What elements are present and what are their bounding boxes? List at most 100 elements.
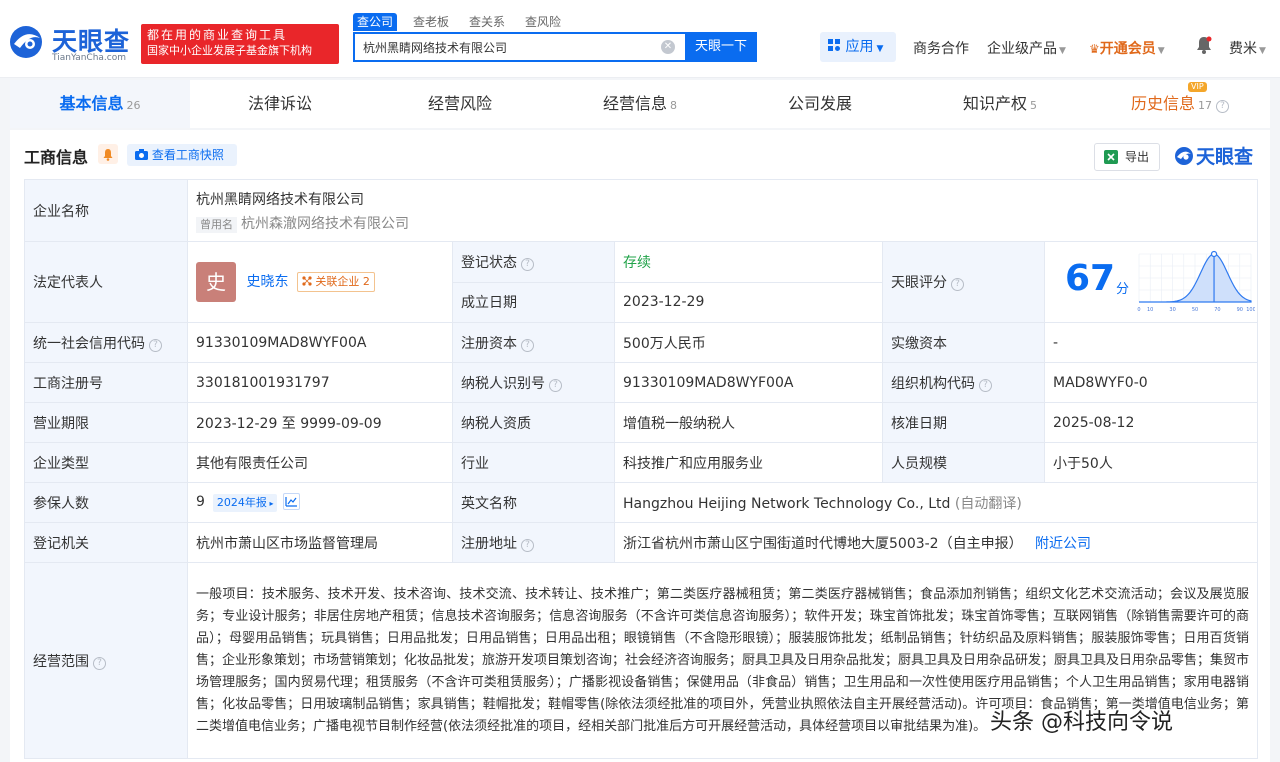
former-name-tag: 曾用名 <box>196 216 237 233</box>
search-tab-relation[interactable]: 查关系 <box>465 13 509 31</box>
industry-label: 行业 <box>452 442 615 483</box>
legal-cell: 史 史晓东 关联企业 2 <box>187 241 453 323</box>
term-value: 2023-12-29 至 9999-09-09 <box>187 402 453 443</box>
section-title: 工商信息 <box>24 148 89 167</box>
brand-name: 天眼查 <box>1196 146 1254 168</box>
term-label: 营业期限 <box>24 402 188 443</box>
tianyancha-logo[interactable]: 天眼查 TianYanCha.com <box>8 22 136 66</box>
search-box: ✕ <box>353 32 685 62</box>
app-menu-button[interactable]: 应用 ▼ <box>820 32 896 62</box>
annual-report-label: 2024年报 <box>216 496 267 509</box>
help-icon[interactable]: ? <box>521 338 534 352</box>
help-icon[interactable]: ? <box>149 338 162 352</box>
chevron-down-icon: ▼ <box>876 44 884 54</box>
annual-report-selector[interactable]: 2024年报 ▸ <box>212 494 278 512</box>
tax-label: 纳税人识别号? <box>452 362 615 403</box>
alert-bell-button[interactable] <box>98 144 118 164</box>
former-name-row: 曾用名 杭州森澈网络技术有限公司 <box>196 213 1249 233</box>
search-type-tabs: 查公司 查老板 查关系 查风险 <box>353 13 577 31</box>
logo-domain: TianYanCha.com <box>52 53 127 63</box>
reg-no: 330181001931797 <box>187 362 453 403</box>
tab-legal[interactable]: 法律诉讼 <box>190 80 370 128</box>
snapshot-button[interactable]: 查看工商快照 <box>127 144 237 166</box>
help-icon[interactable]: ? <box>1216 100 1229 113</box>
paid-label: 实缴资本 <box>882 322 1045 363</box>
auto-translate-note: (自动翻译) <box>954 495 1022 512</box>
help-icon[interactable]: ? <box>979 378 992 392</box>
score-tick-label: 10 <box>1147 307 1153 313</box>
tab-history[interactable]: VIP 历史信息 17? <box>1090 80 1270 128</box>
legal-name-link[interactable]: 史晓东 <box>246 274 288 290</box>
score-tick-label: 100 <box>1246 307 1255 313</box>
org-code: MAD8WYF0-0 <box>1044 362 1258 403</box>
score-widget[interactable]: 67 分 0 10 30 50 70 90 100 <box>1053 242 1255 322</box>
table-row: 企业类型 其他有限责任公司 行业 科技推广和应用服务业 人员规模 小于50人 <box>24 442 1258 483</box>
reg-label: 工商注册号 <box>24 362 188 403</box>
help-icon[interactable]: ? <box>549 378 562 392</box>
bell-icon <box>1197 36 1212 54</box>
scope-label: 经营范围? <box>24 562 188 759</box>
en-cell: Hangzhou Heijing Network Technology Co.,… <box>614 482 1258 523</box>
export-label: 导出 <box>1125 150 1150 164</box>
search-tab-boss[interactable]: 查老板 <box>409 13 453 31</box>
capital-value: 500万人民币 <box>614 322 883 363</box>
search-button[interactable]: 天眼一下 <box>685 32 757 62</box>
score-tick-label: 70 <box>1214 307 1220 313</box>
help-icon[interactable]: ? <box>93 656 106 670</box>
user-menu[interactable]: 费米 ▼ <box>1229 38 1266 58</box>
en-label: 英文名称 <box>452 482 615 523</box>
industry-value: 科技推广和应用服务业 <box>614 442 883 483</box>
table-row: 营业期限 2023-12-29 至 9999-09-09 纳税人资质 增值税一般… <box>24 402 1258 443</box>
address-label-text: 注册地址 <box>461 535 517 552</box>
notification-button[interactable] <box>1196 36 1212 58</box>
enterprise-label: 企业级产品 <box>987 41 1057 57</box>
table-row: 统一社会信用代码? 91330109MAD8WYF00A 注册资本? 500万人… <box>24 322 1258 363</box>
business-link[interactable]: 商务合作 <box>913 38 969 58</box>
search-tab-risk[interactable]: 查风险 <box>521 13 565 31</box>
score-label-text: 天眼评分 <box>891 275 947 291</box>
table-row: 法定代表人 史 史晓东 关联企业 2 登记状态? 存续 天眼评分? 67 分 0… <box>24 241 1258 323</box>
tab-label: 经营风险 <box>427 94 492 113</box>
tab-count: 5 <box>1030 99 1037 112</box>
score-tick-label: 0 <box>1137 307 1140 313</box>
tab-basic-info[interactable]: 基本信息 26 <box>10 80 190 128</box>
slogan-line2: 国家中小企业发展子基金旗下机构 <box>147 44 312 57</box>
clear-icon[interactable]: ✕ <box>661 40 675 54</box>
camera-icon <box>135 149 148 160</box>
insured-cell: 9 2024年报 ▸ <box>187 482 453 523</box>
help-icon[interactable]: ? <box>521 257 534 271</box>
tab-business-info[interactable]: 经营信息 8 <box>550 80 730 128</box>
status-label-text: 登记状态 <box>461 254 517 271</box>
logo-mark-icon <box>10 26 42 58</box>
tab-label: 历史信息 <box>1130 94 1195 113</box>
capital-label: 注册资本? <box>452 322 615 363</box>
vip-label: 开通会员 <box>1099 41 1156 57</box>
credit-label: 统一社会信用代码? <box>24 322 188 363</box>
related-company-tag[interactable]: 关联企业 2 <box>296 272 375 292</box>
watermark: 头条 @科技向令说 <box>990 710 1173 735</box>
search-tab-company[interactable]: 查公司 <box>353 13 398 31</box>
tab-label: 公司发展 <box>787 94 852 113</box>
avatar[interactable]: 史 <box>196 262 236 302</box>
vip-badge: VIP <box>1188 82 1207 92</box>
user-name: 费米 <box>1229 41 1257 57</box>
search-input[interactable] <box>355 34 655 60</box>
status-label: 登记状态? <box>452 241 615 283</box>
help-icon[interactable]: ? <box>521 538 534 552</box>
found-label: 成立日期 <box>452 281 615 323</box>
table-row: 参保人数 9 2024年报 ▸ 英文名称 Hangzhou Heijing Net… <box>24 482 1258 523</box>
score-cell[interactable]: 67 分 0 10 30 50 70 90 100 <box>1044 241 1258 323</box>
export-button[interactable]: 导出 <box>1094 143 1160 171</box>
business-info-panel: 工商信息 查看工商快照 导出 天眼查 企业名称 杭州黑睛网络技术有限公司 曾用名… <box>10 130 1270 762</box>
vip-menu[interactable]: ♛开通会员 ▼ <box>1089 38 1165 58</box>
excel-icon <box>1104 150 1118 164</box>
help-icon[interactable]: ? <box>951 278 964 291</box>
tab-risk[interactable]: 经营风险 <box>370 80 550 128</box>
trend-chart-button[interactable] <box>283 493 301 510</box>
credit-label-text: 统一社会信用代码 <box>33 335 145 352</box>
tab-ip[interactable]: 知识产权 5 <box>910 80 1090 128</box>
nearby-companies-link[interactable]: 附近公司 <box>1035 536 1091 552</box>
table-row: 企业名称 杭州黑睛网络技术有限公司 曾用名 杭州森澈网络技术有限公司 <box>24 179 1258 242</box>
enterprise-menu[interactable]: 企业级产品 ▼ <box>987 38 1066 58</box>
tab-development[interactable]: 公司发展 <box>730 80 910 128</box>
